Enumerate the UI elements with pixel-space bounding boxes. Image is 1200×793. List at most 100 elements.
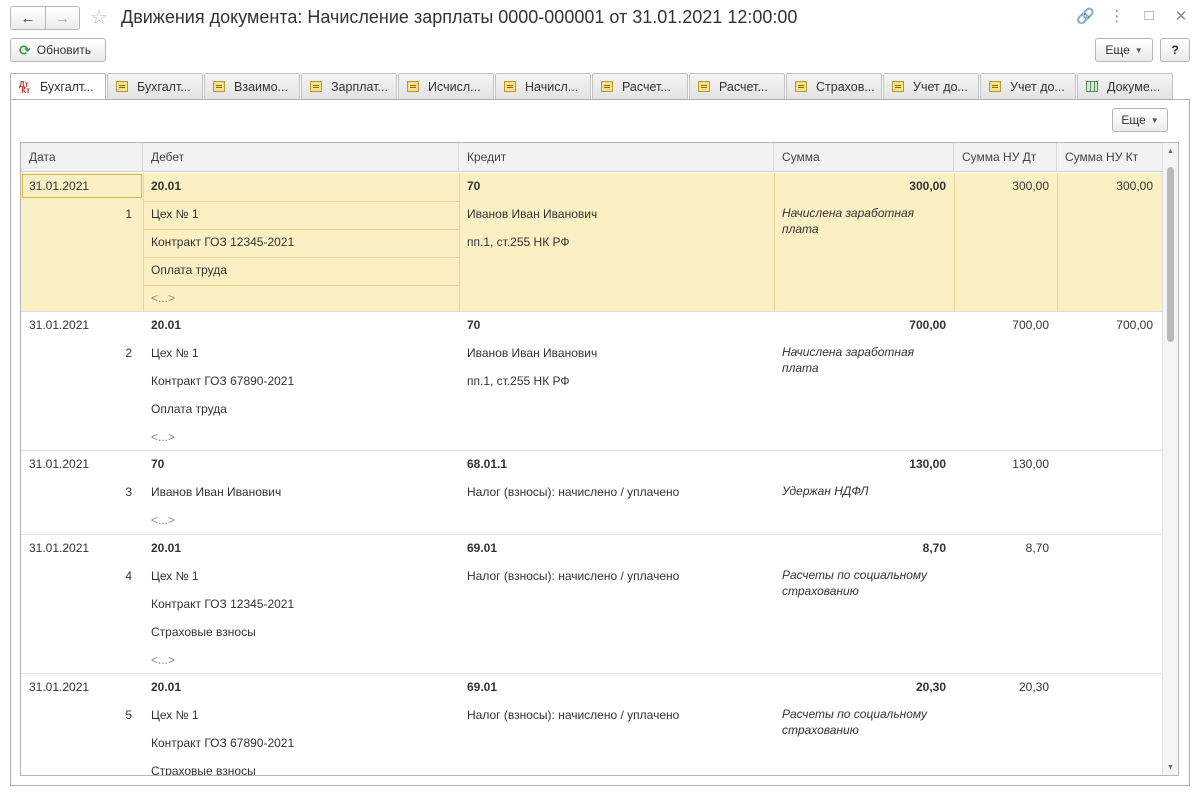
table-row[interactable]: 31.01.2021 2 20.01 Цех № 1 Контракт ГОЗ 6789… (21, 312, 1163, 451)
tab-label: Зарплат... (331, 79, 388, 94)
command-bar: ⟳ Обновить Еще ▼ ? (0, 38, 1200, 66)
register-icon (407, 81, 419, 92)
cell-divider (459, 173, 460, 312)
sum-value: 300,00 (909, 179, 946, 193)
posting-content: Расчеты по социальному страхованию (782, 568, 927, 598)
back-button[interactable]: ← (11, 7, 45, 29)
tab-5[interactable]: Исчисл... (398, 73, 494, 99)
register-icon (213, 81, 225, 92)
debit-value: 20.01 (151, 318, 182, 332)
debit-value: Контракт ГОЗ 67890-2021 (151, 374, 295, 388)
sum-nu-kt: 700,00 (1116, 318, 1153, 332)
more-button[interactable]: Еще ▼ (1095, 38, 1153, 62)
debit-value: 20.01 (151, 680, 182, 694)
tab-label: Докуме... (1107, 79, 1161, 94)
sum-nu-dt: 8,70 (1025, 541, 1049, 555)
tab-2[interactable]: Бухгалт... (107, 73, 203, 99)
tab-panel: Еще ▼ Дата Дебет Кредит Сумма Сумма НУ Дт Сум… (10, 99, 1190, 786)
table-row[interactable]: 31.01.2021 3 70 Иванов Иван Иванович <...> 68… (21, 451, 1163, 535)
tab-1[interactable]: Дт Кт Бухгалт... (10, 73, 106, 100)
tab-10[interactable]: Учет до... (883, 73, 979, 99)
link-icon[interactable]: 🔗 (1076, 7, 1095, 25)
register-icon (698, 81, 710, 92)
window-title: Движения документа: Начисление зарплаты … (121, 7, 798, 27)
credit-value: 70 (467, 179, 481, 193)
sum-nu-dt: 700,00 (1012, 318, 1049, 332)
debit-value: Оплата труда (151, 263, 227, 277)
expand-placeholder[interactable]: <...> (151, 513, 175, 527)
sum-value: 20,30 (915, 680, 946, 694)
maximize-icon[interactable]: □ (1140, 7, 1158, 25)
credit-value: Налог (взносы): начислено / уплачено (467, 708, 680, 722)
postings-grid[interactable]: Дата Дебет Кредит Сумма Сумма НУ Дт Сумма НУ … (20, 142, 1179, 776)
date-cell: 31.01.2021 (29, 318, 90, 332)
tab-label: Бухгалт... (137, 79, 191, 94)
tab-8[interactable]: Расчет... (689, 73, 785, 99)
column-header[interactable]: Кредит (459, 143, 774, 172)
credit-value: пп.1, ст.255 НК РФ (467, 235, 570, 249)
register-icon (989, 81, 1001, 92)
column-header[interactable]: Сумма НУ Кт (1057, 143, 1163, 172)
register-icon (601, 81, 613, 92)
caret-down-icon: ▼ (1134, 45, 1143, 55)
debit-value: Контракт ГОЗ 12345-2021 (151, 597, 295, 611)
debit-value: Страховые взносы (151, 764, 256, 776)
credit-value: 70 (467, 318, 481, 332)
scroll-thumb[interactable] (1167, 167, 1174, 342)
tab-label: Расчет... (622, 79, 671, 94)
expand-placeholder[interactable]: <...> (151, 291, 175, 305)
date-cell: 31.01.2021 (29, 457, 90, 471)
table-row[interactable]: 31.01.2021 1 20.01 Цех № 1 Контракт ГОЗ 1234… (21, 173, 1163, 312)
refresh-button[interactable]: ⟳ Обновить (10, 38, 106, 62)
date-cell: 31.01.2021 (29, 680, 90, 694)
arrow-left-icon: ← (20, 9, 36, 27)
tab-4[interactable]: Зарплат... (301, 73, 397, 99)
favorite-star-icon[interactable]: ☆ (90, 5, 108, 30)
cell-divider (143, 229, 459, 230)
panel-more-label: Еще (1121, 113, 1146, 127)
expand-placeholder[interactable]: <...> (151, 430, 175, 444)
posting-content: Начислена заработная плата (782, 206, 915, 236)
tab-3[interactable]: Взаимо... (204, 73, 300, 99)
more-menu-icon[interactable]: ⋮ (1108, 7, 1126, 25)
vertical-scrollbar[interactable]: ▲ ▼ (1162, 143, 1178, 775)
expand-placeholder[interactable]: <...> (151, 653, 175, 667)
credit-value: Иванов Иван Иванович (467, 207, 598, 221)
column-header[interactable]: Сумма НУ Дт (954, 143, 1057, 172)
tab-12[interactable]: Докуме... (1077, 73, 1173, 99)
column-header[interactable]: Сумма (774, 143, 954, 172)
cell-divider (1057, 173, 1058, 312)
register-tabs: Дт Кт Бухгалт... Бухгалт... Взаимо... Зарпла… (10, 73, 1190, 100)
cell-divider (143, 173, 144, 312)
row-number: 3 (125, 485, 132, 499)
row-number: 2 (125, 346, 132, 360)
grid-header: Дата Дебет Кредит Сумма Сумма НУ Дт Сумма НУ … (21, 143, 1163, 172)
column-header[interactable]: Дата (21, 143, 143, 172)
scroll-down-icon[interactable]: ▼ (1163, 761, 1178, 775)
column-header[interactable]: Дебет (143, 143, 459, 172)
title-actions: 🔗 ⋮ □ ✕ (1076, 7, 1190, 25)
date-cell: 31.01.2021 (29, 541, 90, 555)
panel-more-button[interactable]: Еще ▼ (1112, 108, 1168, 132)
register-icon (795, 81, 807, 92)
table-row[interactable]: 31.01.2021 4 20.01 Цех № 1 Контракт ГОЗ 1234… (21, 535, 1163, 674)
refresh-icon: ⟳ (19, 41, 31, 58)
forward-button[interactable]: → (45, 7, 79, 29)
tab-label: Взаимо... (234, 79, 288, 94)
tab-6[interactable]: Начисл... (495, 73, 591, 99)
debit-value: Цех № 1 (151, 569, 199, 583)
close-icon[interactable]: ✕ (1172, 7, 1190, 25)
table-icon (1086, 81, 1098, 92)
tab-9[interactable]: Страхов... (786, 73, 882, 99)
tab-11[interactable]: Учет до... (980, 73, 1076, 99)
sum-nu-dt: 300,00 (1012, 179, 1049, 193)
table-row[interactable]: 31.01.2021 5 20.01 Цех № 1 Контракт ГОЗ 6789… (21, 674, 1163, 776)
scroll-up-icon[interactable]: ▲ (1163, 145, 1178, 159)
date-cell: 31.01.2021 (29, 179, 90, 193)
credit-value: пп.1, ст.255 НК РФ (467, 374, 570, 388)
tab-7[interactable]: Расчет... (592, 73, 688, 99)
help-button[interactable]: ? (1160, 38, 1190, 62)
debit-value: 70 (151, 457, 165, 471)
cell-divider (774, 173, 775, 312)
credit-value: Налог (взносы): начислено / уплачено (467, 569, 680, 583)
